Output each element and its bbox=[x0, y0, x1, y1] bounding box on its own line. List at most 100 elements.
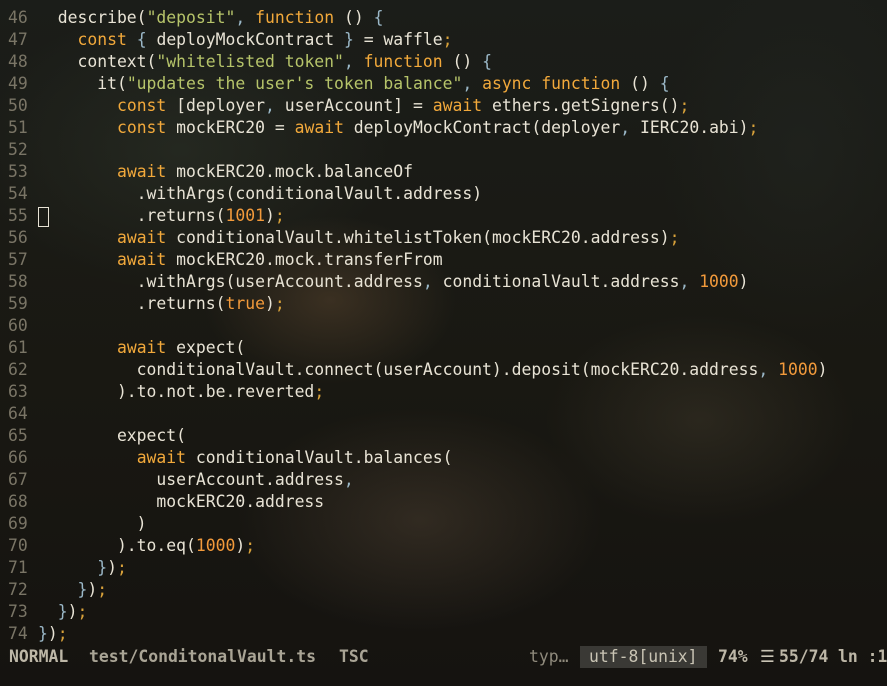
code-line[interactable]: 58 .withArgs(userAccount.address, condit… bbox=[0, 271, 887, 293]
line-number: 63 bbox=[8, 382, 28, 401]
code-token: } bbox=[343, 30, 354, 49]
line-number: 53 bbox=[8, 162, 28, 181]
code-token: "whitelisted token" bbox=[156, 52, 344, 71]
lines-icon: ☰ bbox=[760, 647, 775, 666]
code-token: { bbox=[482, 52, 492, 71]
code-text: const [deployer, userAccount] = await et… bbox=[38, 95, 689, 117]
code-line[interactable]: 73 }); bbox=[0, 601, 887, 623]
code-line[interactable]: 63 ).to.not.be.reverted; bbox=[0, 381, 887, 403]
code-token: true bbox=[225, 294, 265, 313]
code-text: }); bbox=[38, 557, 127, 579]
code-line[interactable]: 69 ) bbox=[0, 513, 887, 535]
code-line[interactable]: 64 bbox=[0, 403, 887, 425]
code-line[interactable]: 59 .returns(true); bbox=[0, 293, 887, 315]
code-token: conditionalVault.address bbox=[432, 272, 680, 291]
code-token: userAccount] = bbox=[274, 96, 433, 115]
code-line[interactable]: 55 .returns(1001); bbox=[0, 205, 887, 227]
code-token: 1000 bbox=[699, 272, 739, 291]
code-token: async function bbox=[482, 74, 621, 93]
code-token: const bbox=[116, 96, 167, 115]
code-line[interactable]: 71 }); bbox=[0, 557, 887, 579]
line-number: 54 bbox=[8, 184, 28, 203]
code-line[interactable]: 51 const mockERC20 = await deployMockCon… bbox=[0, 117, 887, 139]
code-line[interactable]: 48 context("whitelisted token", function… bbox=[0, 51, 887, 73]
code-token: IERC20.abi) bbox=[630, 118, 749, 137]
code-token: () bbox=[442, 52, 483, 71]
code-token: await bbox=[116, 338, 167, 357]
code-text: const mockERC20 = await deployMockContra… bbox=[38, 117, 758, 139]
line-number: 48 bbox=[8, 52, 28, 71]
code-line[interactable]: 46 describe("deposit", function () { bbox=[0, 7, 887, 29]
code-line[interactable]: 74}); bbox=[0, 623, 887, 645]
code-token: ) bbox=[87, 580, 98, 599]
code-token: { bbox=[659, 74, 670, 93]
code-line[interactable]: 65 expect( bbox=[0, 425, 887, 447]
code-token: mockERC20.address bbox=[38, 492, 325, 511]
code-token: "deposit" bbox=[146, 8, 236, 27]
line-number: 61 bbox=[8, 338, 28, 357]
code-line[interactable]: 70 ).to.eq(1000); bbox=[0, 535, 887, 557]
code-line[interactable]: 54 .withArgs(conditionalVault.address) bbox=[0, 183, 887, 205]
code-line[interactable]: 53 await mockERC20.mock.balanceOf bbox=[0, 161, 887, 183]
code-line[interactable]: 50 const [deployer, userAccount] = await… bbox=[0, 95, 887, 117]
code-text: await conditionalVault.balances( bbox=[38, 447, 453, 469]
code-line[interactable]: 62 conditionalVault.connect(userAccount)… bbox=[0, 359, 887, 381]
code-token: , bbox=[343, 470, 354, 489]
code-line[interactable]: 56 await conditionalVault.whitelistToken… bbox=[0, 227, 887, 249]
line-number: 47 bbox=[8, 30, 28, 49]
code-token: .returns( bbox=[38, 294, 226, 313]
code-text: mockERC20.address bbox=[38, 491, 324, 513]
code-editor[interactable]: 46 describe("deposit", function () {47 c… bbox=[0, 7, 887, 645]
code-text: }); bbox=[38, 623, 68, 645]
file-name: test/ConditonalVault.ts bbox=[89, 647, 316, 666]
code-token: ) bbox=[67, 602, 78, 621]
code-token: , bbox=[679, 272, 690, 291]
code-line[interactable]: 68 mockERC20.address bbox=[0, 491, 887, 513]
code-token: , bbox=[758, 360, 769, 379]
code-line[interactable]: 67 userAccount.address, bbox=[0, 469, 887, 491]
code-token: , bbox=[620, 118, 631, 137]
code-token: ; bbox=[97, 580, 108, 599]
line-number: 51 bbox=[8, 118, 28, 137]
code-token: ) bbox=[38, 514, 147, 533]
code-text: ).to.not.be.reverted; bbox=[38, 381, 324, 403]
code-token: () bbox=[620, 74, 660, 93]
code-line[interactable]: 61 await expect( bbox=[0, 337, 887, 359]
code-text: await expect( bbox=[38, 337, 245, 359]
code-text: .withArgs(conditionalVault.address) bbox=[38, 183, 482, 205]
code-token: ) bbox=[107, 558, 117, 577]
code-token: await bbox=[116, 162, 167, 181]
code-line[interactable]: 57 await mockERC20.mock.transferFrom bbox=[0, 249, 887, 271]
line-number: 70 bbox=[8, 536, 28, 555]
code-token: ; bbox=[679, 96, 690, 115]
code-line[interactable]: 60 bbox=[0, 315, 887, 337]
code-token: expect( bbox=[166, 338, 246, 357]
scroll-percent: 74% bbox=[718, 647, 748, 666]
code-token: conditionalVault.whitelistToken(mockERC2… bbox=[166, 228, 670, 247]
code-text: await mockERC20.mock.transferFrom bbox=[38, 249, 443, 271]
code-token: ; bbox=[57, 624, 68, 643]
line-number: 64 bbox=[8, 404, 28, 423]
typ-indicator: typ… bbox=[529, 647, 569, 666]
code-text: }); bbox=[38, 579, 107, 601]
code-line[interactable]: 72 }); bbox=[0, 579, 887, 601]
code-line[interactable]: 49 it("updates the user's token balance"… bbox=[0, 73, 887, 95]
code-line[interactable]: 66 await conditionalVault.balances( bbox=[0, 447, 887, 469]
code-text: .withArgs(userAccount.address, condition… bbox=[38, 271, 749, 293]
encoding-badge: utf-8[unix] bbox=[580, 646, 707, 668]
code-text: context("whitelisted token", function ()… bbox=[38, 51, 492, 73]
code-token: .withArgs(conditionalVault.address) bbox=[38, 184, 483, 203]
code-line[interactable]: 47 const { deployMockContract } = waffle… bbox=[0, 29, 887, 51]
code-token: conditionalVault.balances( bbox=[186, 448, 453, 467]
code-token: mockERC20.mock.balanceOf bbox=[166, 162, 413, 181]
code-line[interactable]: 52 bbox=[0, 139, 887, 161]
code-token: const bbox=[116, 118, 167, 137]
file-type: TSC bbox=[339, 647, 369, 666]
code-token: ; bbox=[77, 602, 88, 621]
code-token: await bbox=[136, 448, 187, 467]
